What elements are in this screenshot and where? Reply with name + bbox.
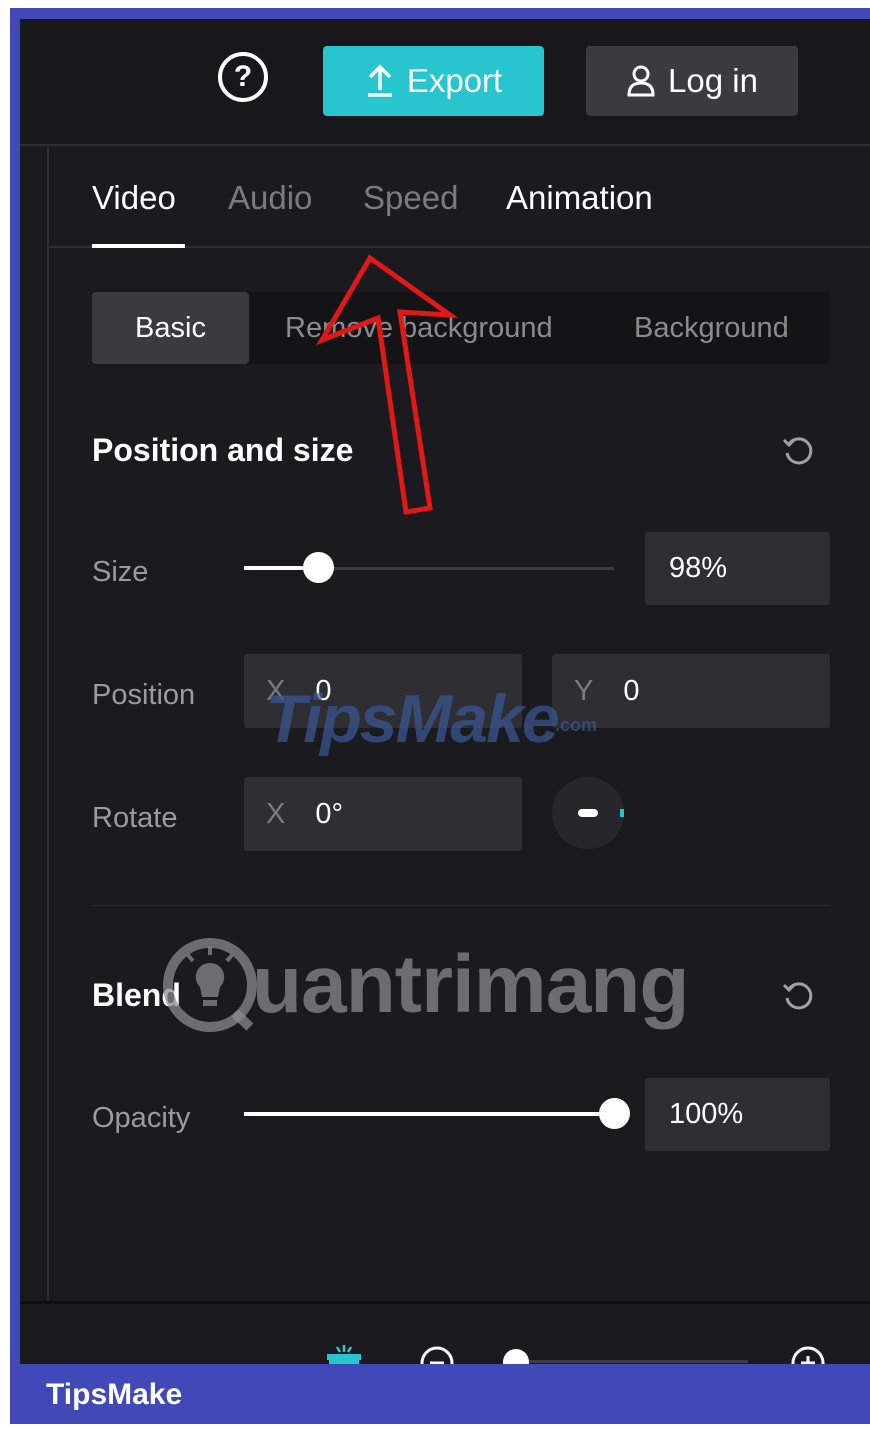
opacity-label: Opacity	[92, 1102, 191, 1134]
tab-speed[interactable]: Speed	[363, 179, 458, 217]
frame-border-left	[10, 8, 20, 1424]
rotate-dial-handle	[578, 809, 598, 817]
rotate-dial-marker	[620, 809, 624, 817]
tab-audio[interactable]: Audio	[228, 179, 312, 217]
size-label: Size	[92, 556, 149, 588]
opacity-value: 100%	[669, 1098, 744, 1130]
rotate-input[interactable]: X 0°	[244, 777, 522, 851]
opacity-slider-knob[interactable]	[599, 1098, 630, 1129]
opacity-value-input[interactable]: 100%	[645, 1078, 830, 1151]
reset-blend-icon[interactable]	[780, 977, 818, 1015]
size-value: 98%	[669, 552, 728, 584]
zoom-in-icon[interactable]	[789, 1344, 827, 1364]
tipsmake-watermark: TipsMake	[265, 681, 560, 757]
footer-bar: TipsMake	[10, 1364, 870, 1424]
tab-video[interactable]: Video	[92, 179, 176, 217]
zoom-slider-track[interactable]	[515, 1360, 748, 1363]
size-value-input[interactable]: 98%	[645, 532, 830, 605]
reset-position-size-icon[interactable]	[780, 432, 818, 470]
login-button[interactable]: Log in	[586, 46, 798, 116]
rotate-label: Rotate	[92, 802, 178, 834]
position-label: Position	[92, 679, 196, 711]
lightbulb-logo-icon	[163, 938, 257, 1032]
export-button[interactable]: Export	[323, 46, 544, 116]
subtab-bar: Basic Remove background Background	[92, 292, 830, 364]
upload-icon	[367, 64, 392, 97]
gift-icon[interactable]	[325, 1345, 363, 1364]
position-y-axis: Y	[574, 674, 594, 707]
login-label: Log in	[668, 62, 758, 99]
subtab-background[interactable]: Background	[634, 292, 789, 364]
active-tab-indicator	[92, 244, 185, 248]
quantrimang-watermark-text: uantrimang	[252, 939, 689, 1030]
position-y-value: 0	[623, 674, 640, 707]
user-icon	[627, 65, 655, 97]
rotate-axis: X	[266, 797, 286, 830]
size-slider-knob[interactable]	[303, 552, 334, 583]
subtab-basic[interactable]: Basic	[92, 292, 249, 364]
help-button[interactable]: ?	[218, 52, 268, 102]
rotate-value: 0°	[315, 797, 344, 830]
zoom-out-icon[interactable]	[418, 1344, 456, 1364]
section-divider	[92, 905, 830, 906]
footer-brand: TipsMake	[46, 1378, 183, 1411]
rotate-dial[interactable]	[552, 777, 624, 849]
panel-left-divider	[47, 146, 49, 1301]
export-label: Export	[406, 62, 503, 99]
quantrimang-watermark: uantrimang	[160, 930, 689, 1040]
annotation-arrow-icon	[316, 254, 459, 515]
top-bar: ? Export Log in	[20, 19, 870, 146]
frame-border-top	[10, 8, 870, 19]
tipsmake-watermark-suffix: .com	[555, 715, 598, 735]
tab-animation[interactable]: Animation	[506, 179, 653, 217]
help-icon: ?	[233, 60, 253, 93]
opacity-slider-fill	[244, 1112, 614, 1116]
